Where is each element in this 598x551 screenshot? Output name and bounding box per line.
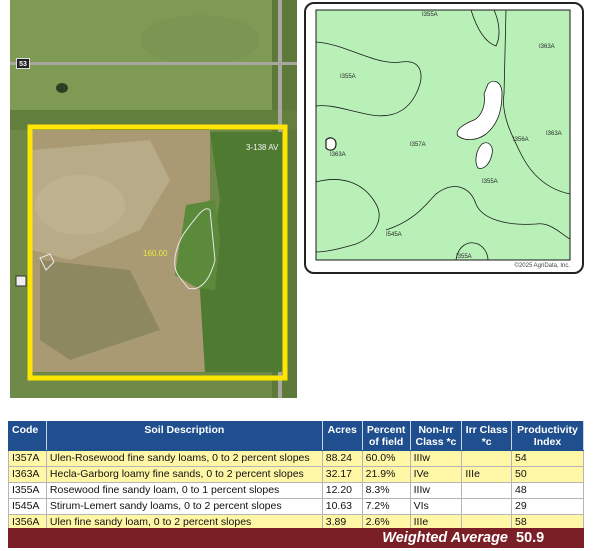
soil-label: I355A	[422, 12, 438, 18]
cell-code: I363A	[8, 466, 47, 483]
header-acres: Acres	[321, 421, 363, 451]
soil-label: I363A	[546, 131, 562, 137]
aerial-map: 53 3-138 AV 160.00	[10, 0, 297, 398]
soil-table: Code Soil Description Acres Percent of fi…	[8, 421, 584, 531]
cell-percent: 60.0%	[361, 450, 411, 467]
header-irr-line1: Irr Class	[465, 424, 508, 436]
road-label: 3-138 AV	[246, 143, 279, 152]
header-nonirr: Non-Irr Class *c	[409, 421, 463, 451]
soil-label: I355A	[482, 179, 498, 185]
cell-code: I357A	[8, 450, 47, 467]
table-row: I545A Stirum-Lemert sandy loams, 0 to 2 …	[8, 498, 584, 515]
soil-map: I355A I355A I357A I363A I363A I356A I363…	[304, 2, 584, 274]
weighted-average-value: 50.9	[516, 530, 545, 546]
header-nonirr-line2: Class *c	[415, 436, 457, 448]
cell-irr	[461, 482, 513, 499]
cell-percent: 7.2%	[361, 498, 411, 515]
cell-acres: 12.20	[321, 482, 363, 499]
header-nonirr-line1: Non-Irr	[418, 424, 454, 436]
soil-label: I355A	[456, 254, 472, 260]
soil-label: I356A	[513, 137, 529, 143]
cell-description: Hecla-Garborg loamy fine sands, 0 to 2 p…	[45, 466, 323, 483]
aerial-imagery	[10, 0, 297, 398]
cell-description: Rosewood fine sandy loam, 0 to 1 percent…	[45, 482, 323, 499]
highway-shield: 53	[16, 58, 30, 69]
header-irr-line2: *c	[481, 436, 492, 448]
table-row: I363A Hecla-Garborg loamy fine sands, 0 …	[8, 466, 584, 483]
cell-nonirr: VIs	[409, 498, 463, 515]
weighted-average-bar: Weighted Average 50.9	[8, 528, 584, 548]
header-code: Code	[8, 421, 47, 451]
table-row: I355A Rosewood fine sandy loam, 0 to 1 p…	[8, 482, 584, 499]
cell-percent: 8.3%	[361, 482, 411, 499]
cell-irr	[461, 450, 513, 467]
header-percent-line2: of field	[368, 436, 404, 448]
cell-acres: 32.17	[321, 466, 363, 483]
cell-irr	[461, 498, 513, 515]
cell-productivity: 48	[511, 482, 584, 499]
cell-productivity: 29	[511, 498, 584, 515]
cell-nonirr: IIIw	[409, 482, 463, 499]
header-prod-line2: Index	[533, 436, 562, 448]
soil-label: I545A	[386, 232, 402, 238]
header-irr: Irr Class *c	[461, 421, 513, 451]
cell-percent: 21.9%	[361, 466, 411, 483]
soil-label: I355A	[340, 74, 356, 80]
cell-productivity: 54	[511, 450, 584, 467]
copyright-notice: ©2025 AgriData, Inc.	[514, 263, 570, 269]
table-header-row: Code Soil Description Acres Percent of fi…	[8, 421, 584, 451]
header-percent-line1: Percent	[366, 424, 406, 436]
weighted-average-label: Weighted Average	[382, 530, 508, 546]
header-prod-line1: Productivity	[517, 424, 578, 436]
cell-acres: 88.24	[321, 450, 363, 467]
cell-nonirr: IIIw	[409, 450, 463, 467]
cell-irr: IIIe	[461, 466, 513, 483]
field-acres-label: 160.00	[143, 249, 168, 258]
cell-code: I355A	[8, 482, 47, 499]
cell-code: I545A	[8, 498, 47, 515]
cell-acres: 10.63	[321, 498, 363, 515]
soil-label: I363A	[330, 152, 346, 158]
cell-description: Stirum-Lemert sandy loams, 0 to 2 percen…	[45, 498, 323, 515]
header-description: Soil Description	[45, 421, 323, 451]
cell-productivity: 50	[511, 466, 584, 483]
header-percent: Percent of field	[361, 421, 411, 451]
soil-label: I357A	[410, 142, 426, 148]
cell-description: Ulen-Rosewood fine sandy loams, 0 to 2 p…	[45, 450, 323, 467]
header-productivity: Productivity Index	[511, 421, 584, 451]
table-row: I357A Ulen-Rosewood fine sandy loams, 0 …	[8, 450, 584, 467]
cell-nonirr: IVe	[409, 466, 463, 483]
soil-label: I363A	[539, 44, 555, 50]
